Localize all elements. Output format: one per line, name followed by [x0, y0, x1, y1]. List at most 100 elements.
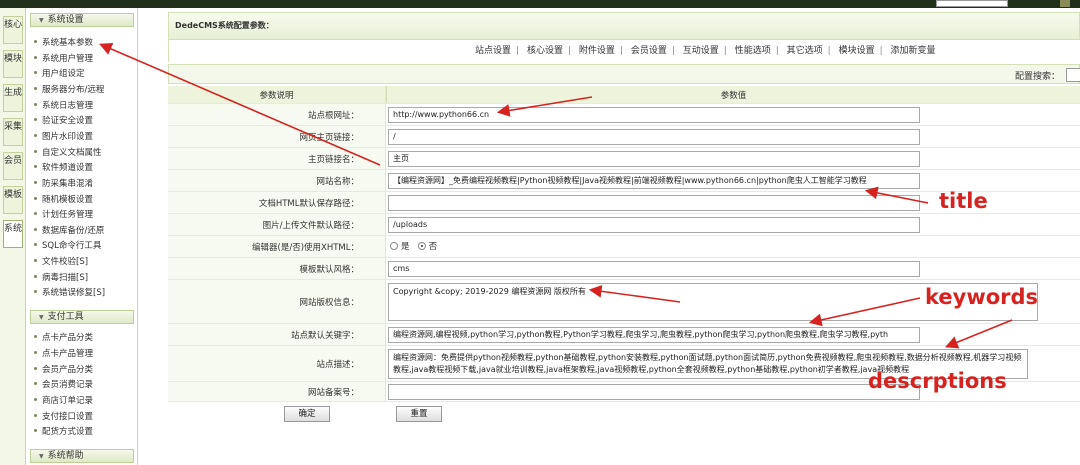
bullet-icon — [34, 228, 37, 231]
menu-item-doc-attrs[interactable]: 自定义文档属性 — [34, 147, 134, 159]
tab-collect[interactable]: 采集 — [3, 118, 23, 146]
menu-item-virus-scan[interactable]: 病毒扫描[S] — [34, 272, 134, 284]
beian-label: 网站备案号： — [168, 382, 386, 401]
upload-path-input[interactable]: /uploads — [388, 217, 920, 233]
site-url-input[interactable]: http://www.python66.cn — [388, 107, 920, 123]
html-path-input[interactable] — [388, 195, 920, 211]
menu-item-basic-params[interactable]: 系统基本参数 — [34, 37, 134, 49]
tab-member-settings[interactable]: 会员设置 — [631, 46, 667, 56]
menu-item-user-groups[interactable]: 用户组设定 — [34, 68, 134, 80]
beian-input[interactable] — [388, 384, 920, 400]
bullet-icon — [34, 259, 37, 262]
home-link-input[interactable]: / — [388, 129, 920, 145]
radio-no[interactable] — [417, 241, 426, 250]
menu-item-error-repair[interactable]: 系统错误修复[S] — [34, 287, 134, 299]
tab-other[interactable]: 其它选项 — [787, 46, 823, 56]
tab-separator: | — [775, 46, 779, 56]
menu-item-member-categories[interactable]: 会员产品分类 — [34, 364, 134, 376]
menu-item-label: 系统基本参数 — [42, 38, 94, 48]
reset-button[interactable]: 重置 — [396, 406, 442, 422]
table-header: 参数说明 参数值 — [168, 86, 1080, 104]
table-row: 网页主页链接： / — [168, 126, 1080, 148]
bullet-icon — [34, 335, 37, 338]
top-select[interactable] — [936, 0, 1008, 7]
menu-item-label: 系统错误修复[S] — [42, 288, 106, 298]
template-input[interactable]: cms — [388, 261, 920, 277]
menu-section-help[interactable]: ▼ 系统帮助 — [30, 449, 134, 463]
table-row: 站点默认关键字： 编程资源网,编程视频,python学习,python教程,Py… — [168, 324, 1080, 346]
site-name-label: 网站名称： — [168, 170, 386, 191]
table-row: 站点根网址： http://www.python66.cn — [168, 104, 1080, 126]
tab-templates[interactable]: 模板 — [3, 186, 23, 214]
tab-core[interactable]: 核心 — [3, 16, 23, 44]
menu-item-member-spending[interactable]: 会员消费记录 — [34, 379, 134, 391]
tab-modules[interactable]: 模块 — [3, 50, 23, 78]
bullet-icon — [34, 243, 37, 246]
menu-item-payment-api[interactable]: 支付接口设置 — [34, 411, 134, 423]
table-row: 主页链接名： 主页 — [168, 148, 1080, 170]
site-name-input[interactable]: 【编程资源网】_免费编程视频教程|Python视频教程|Java视频教程|前端视… — [388, 173, 920, 189]
menu-item-anti-collect[interactable]: 防采集串混淆 — [34, 178, 134, 190]
menu-section-payment-tools[interactable]: ▼ 支付工具 — [30, 310, 134, 324]
top-go-button[interactable] — [1060, 0, 1070, 7]
tab-separator: | — [879, 46, 883, 56]
menu-item-store-orders[interactable]: 商店订单记录 — [34, 395, 134, 407]
bullet-icon — [34, 429, 37, 432]
bullet-icon — [34, 56, 37, 59]
tab-performance[interactable]: 性能选项 — [735, 46, 771, 56]
home-link-label: 网页主页链接： — [168, 126, 386, 147]
bullet-icon — [34, 351, 37, 354]
menu-item-label: 图片水印设置 — [42, 132, 94, 142]
keywords-input[interactable]: 编程资源网,编程视频,python学习,python教程,Python学习教程,… — [388, 327, 920, 343]
menu-item-label: 软件频道设置 — [42, 163, 94, 173]
description-label: 站点描述： — [168, 346, 386, 381]
tab-system[interactable]: 系统 — [3, 220, 23, 248]
menu-item-delivery[interactable]: 配货方式设置 — [34, 426, 134, 438]
menu-section-system-settings[interactable]: ▼ 系统设置 — [30, 13, 134, 27]
tab-generate[interactable]: 生成 — [3, 84, 23, 112]
config-search-input[interactable] — [1066, 68, 1080, 82]
menu-item-file-check[interactable]: 文件校验[S] — [34, 256, 134, 268]
tab-interaction-settings[interactable]: 互动设置 — [683, 46, 719, 56]
left-menu: ▼ 系统设置 系统基本参数 系统用户管理 用户组设定 服务器分布/远程 系统日志管… — [26, 8, 138, 465]
bullet-icon — [34, 165, 37, 168]
menu-item-db-backup[interactable]: 数据库备份/还原 — [34, 225, 134, 237]
annotation-descriptions: descrptions — [868, 369, 1007, 393]
menu-item-random-template[interactable]: 随机模板设置 — [34, 194, 134, 206]
tab-members[interactable]: 会员 — [3, 152, 23, 180]
tab-modules[interactable]: 模块设置 — [839, 46, 875, 56]
config-search-row: 配置搜索： — [168, 64, 1080, 84]
radio-yes-label: 是 — [401, 242, 410, 252]
table-row: 编辑器(是/否)使用XHTML： 是 否 — [168, 236, 1080, 258]
annotation-keywords: keywords — [925, 285, 1039, 309]
tab-separator: | — [827, 46, 831, 56]
bullet-icon — [34, 414, 37, 417]
site-url-label: 站点根网址： — [168, 104, 386, 125]
bullet-icon — [34, 197, 37, 200]
bullet-icon — [34, 40, 37, 43]
tab-core-settings[interactable]: 核心设置 — [527, 46, 563, 56]
menu-item-label: SQL命令行工具 — [42, 241, 102, 251]
tab-separator: | — [671, 46, 675, 56]
menu-item-label: 会员消费记录 — [42, 380, 94, 390]
bullet-icon — [34, 367, 37, 370]
menu-item-watermark[interactable]: 图片水印设置 — [34, 131, 134, 143]
menu-item-cron[interactable]: 计划任务管理 — [34, 209, 134, 221]
menu-item-card-products[interactable]: 点卡产品管理 — [34, 348, 134, 360]
menu-item-servers[interactable]: 服务器分布/远程 — [34, 84, 134, 96]
header-param-value: 参数值 — [386, 86, 1080, 103]
menu-item-user-mgmt[interactable]: 系统用户管理 — [34, 53, 134, 65]
menu-item-label: 防采集串混淆 — [42, 179, 94, 189]
tab-add-variable[interactable]: 添加新变量 — [891, 46, 936, 56]
radio-yes[interactable] — [390, 241, 398, 250]
home-name-input[interactable]: 主页 — [388, 151, 920, 167]
menu-item-software-channel[interactable]: 软件频道设置 — [34, 162, 134, 174]
config-search-label: 配置搜索： — [1015, 72, 1061, 82]
menu-item-card-categories[interactable]: 点卡产品分类 — [34, 332, 134, 344]
confirm-button[interactable]: 确定 — [284, 406, 330, 422]
menu-item-logs[interactable]: 系统日志管理 — [34, 100, 134, 112]
tab-attachment-settings[interactable]: 附件设置 — [579, 46, 615, 56]
menu-item-sql-tool[interactable]: SQL命令行工具 — [34, 240, 134, 252]
menu-item-security[interactable]: 验证安全设置 — [34, 115, 134, 127]
tab-site-settings[interactable]: 站点设置 — [475, 46, 511, 56]
